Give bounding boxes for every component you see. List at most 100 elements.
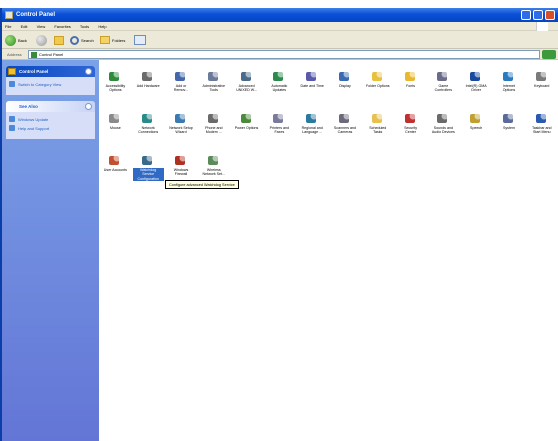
- shield-icon: [404, 110, 418, 124]
- item-label: Regional and Language ...: [301, 126, 323, 135]
- hardware-icon: [141, 68, 155, 82]
- up-folder-button[interactable]: [54, 34, 64, 46]
- control-panel-item[interactable]: Automatic Updates: [263, 68, 296, 106]
- see-also-body: Windows Update Help and Support: [6, 112, 95, 139]
- control-panel-item[interactable]: Speech: [460, 110, 493, 148]
- forward-button[interactable]: [36, 34, 47, 46]
- control-panel-item[interactable]: Display: [329, 68, 362, 106]
- search-icon: [70, 35, 79, 45]
- updates-icon: [272, 68, 286, 82]
- item-label: Fonts: [406, 84, 416, 88]
- control-panel-item[interactable]: Game Controllers: [427, 68, 460, 106]
- back-arrow-icon: [5, 34, 16, 46]
- item-label: Taskbar and Start Menu: [531, 126, 552, 135]
- item-label: Game Controllers: [434, 84, 453, 93]
- back-button[interactable]: Back: [5, 34, 27, 46]
- windows-update-link[interactable]: Windows Update: [9, 116, 92, 122]
- control-panel-item[interactable]: Scheduled Tasks: [361, 110, 394, 148]
- menu-favorites[interactable]: Favorites: [54, 24, 70, 29]
- address-input[interactable]: Control Panel: [28, 50, 540, 59]
- item-label: Add or Remov...: [173, 84, 189, 93]
- up-folder-icon: [54, 35, 64, 45]
- link-label: Windows Update: [18, 116, 49, 122]
- fonts-icon: [404, 68, 418, 82]
- control-panel-item[interactable]: Power Options: [230, 110, 263, 148]
- scanner-icon: [338, 110, 352, 124]
- control-panel-window: Control Panel File Edit View Favorites T…: [0, 8, 558, 441]
- control-panel-item[interactable]: Security Center: [394, 110, 427, 148]
- control-panel-item[interactable]: Taskbar and Start Menu: [525, 110, 558, 148]
- control-panel-item[interactable]: Regional and Language ...: [296, 110, 329, 148]
- control-panel-item[interactable]: Internet Options: [493, 68, 526, 106]
- views-icon: [134, 35, 146, 45]
- item-label: User Accounts: [103, 168, 127, 172]
- item-label: Power Options: [234, 126, 259, 130]
- item-label: Network Connections: [138, 126, 159, 135]
- item-label: Windows Firewall: [173, 168, 189, 177]
- switch-category-view-link[interactable]: Switch to Category View: [9, 81, 92, 87]
- item-label: Automatic Updates: [271, 84, 288, 93]
- menu-tools[interactable]: Tools: [80, 24, 89, 29]
- sounds-icon: [436, 110, 450, 124]
- control-panel-item[interactable]: Date and Time: [296, 68, 329, 106]
- control-panel-section-header[interactable]: Control Panel: [6, 66, 95, 77]
- control-panel-item[interactable]: Network Setup Wizard: [165, 110, 198, 148]
- control-panel-item[interactable]: Advanced UNIXED W...: [230, 68, 263, 106]
- control-panel-item[interactable]: Network Connections: [132, 110, 165, 148]
- control-panel-item[interactable]: Fonts: [394, 68, 427, 106]
- go-button[interactable]: [542, 50, 556, 59]
- power-options-icon: [240, 110, 254, 124]
- views-button[interactable]: [134, 34, 146, 46]
- help-support-link[interactable]: Help and Support: [9, 125, 92, 131]
- keyboard-icon: [535, 68, 549, 82]
- title-bar[interactable]: Control Panel: [2, 8, 558, 22]
- user-accounts-icon: [108, 152, 122, 166]
- item-label: Mouse: [109, 126, 121, 130]
- control-panel-item[interactable]: Keyboard: [525, 68, 558, 106]
- taskbar-icon: [535, 110, 549, 124]
- item-label: Speech: [470, 126, 483, 130]
- firewall-icon: [174, 152, 188, 166]
- collapse-chevron-icon[interactable]: [85, 68, 92, 75]
- watchdog-icon: [141, 152, 155, 166]
- menu-edit[interactable]: Edit: [21, 24, 28, 29]
- minimize-button[interactable]: [521, 10, 531, 20]
- control-panel-item[interactable]: Accessibility Options: [99, 68, 132, 106]
- internet-options-icon: [502, 68, 516, 82]
- close-button[interactable]: [545, 10, 555, 20]
- menu-help[interactable]: Help: [98, 24, 106, 29]
- collapse-chevron-icon[interactable]: [85, 103, 92, 110]
- folders-button[interactable]: Folders: [100, 34, 125, 46]
- control-panel-item[interactable]: Scanners and Cameras: [329, 110, 362, 148]
- system-icon: [502, 110, 516, 124]
- control-panel-item[interactable]: Intel(R) GMA Driver: [460, 68, 493, 106]
- control-panel-item[interactable]: Add Hardware: [132, 68, 165, 106]
- control-panel-item[interactable]: Phone and Modem ...: [197, 110, 230, 148]
- network-wizard-icon: [174, 110, 188, 124]
- item-label: Add Hardware: [136, 84, 160, 88]
- control-panel-item[interactable]: Folder Options: [361, 68, 394, 106]
- item-label: Date and Time: [300, 84, 324, 88]
- mouse-icon: [108, 110, 122, 124]
- maximize-button[interactable]: [533, 10, 543, 20]
- search-label: Search: [81, 37, 94, 43]
- control-panel-icon: [5, 11, 13, 19]
- control-panel-item[interactable]: Printers and Faxes: [263, 110, 296, 148]
- folder-options-icon: [371, 68, 385, 82]
- control-panel-item[interactable]: Watchdog Service Configuration: [132, 152, 165, 190]
- game-controller-icon: [436, 68, 450, 82]
- control-panel-item[interactable]: Sounds and Audio Devices: [427, 110, 460, 148]
- item-label: Sounds and Audio Devices: [431, 126, 455, 135]
- address-value: Control Panel: [39, 52, 64, 57]
- search-button[interactable]: Search: [70, 34, 94, 46]
- toolbar: Back Search Folders: [2, 31, 558, 49]
- item-label: Intel(R) GMA Driver: [465, 84, 487, 93]
- control-panel-item[interactable]: System: [493, 110, 526, 148]
- control-panel-item[interactable]: Administrative Tools: [197, 68, 230, 106]
- control-panel-item[interactable]: Mouse: [99, 110, 132, 148]
- control-panel-item[interactable]: User Accounts: [99, 152, 132, 190]
- see-also-header[interactable]: See Also: [6, 101, 95, 112]
- menu-view[interactable]: View: [37, 24, 46, 29]
- control-panel-item[interactable]: Add or Remov...: [165, 68, 198, 106]
- menu-file[interactable]: File: [5, 24, 11, 29]
